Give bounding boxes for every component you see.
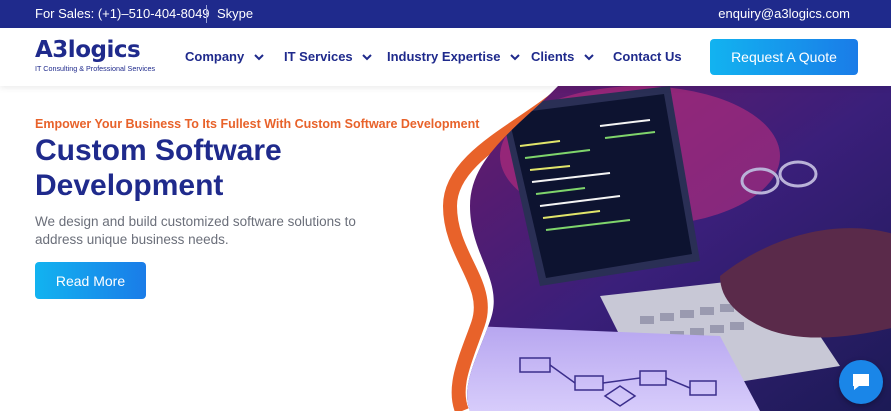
chevron-down-icon	[254, 54, 264, 61]
hero-description: We design and build customized software …	[35, 214, 356, 247]
hero-section: Empower Your Business To Its Fullest Wit…	[0, 86, 891, 411]
chevron-down-icon	[510, 54, 520, 61]
nav-item-clients[interactable]: Clients	[531, 49, 594, 64]
nav-item-company[interactable]: Company	[185, 49, 264, 64]
logo[interactable]: A3logics IT Consulting & Professional Se…	[35, 38, 155, 73]
nav-item-label: Company	[185, 49, 245, 64]
main-navigation: A3logics IT Consulting & Professional Se…	[0, 28, 891, 86]
logo-wordmark: A3logics	[35, 37, 141, 63]
chat-icon	[853, 374, 869, 390]
nav-item-contact-us[interactable]: Contact Us	[613, 49, 682, 64]
chat-button[interactable]	[839, 360, 883, 404]
logo-tagline: IT Consulting & Professional Services	[35, 64, 156, 73]
request-quote-button[interactable]: Request A Quote	[710, 39, 858, 75]
chevron-down-icon	[584, 54, 594, 61]
sales-phone-link[interactable]: For Sales: (+1)–510-404-8049	[35, 6, 210, 21]
email-link[interactable]: enquiry@a3logics.com	[718, 6, 850, 21]
hero-title: Custom Software Development	[35, 134, 282, 202]
nav-item-label: Clients	[531, 49, 575, 64]
nav-item-label: Contact Us	[613, 49, 682, 64]
nav-item-it-services[interactable]: IT Services	[284, 49, 372, 64]
nav-item-label: IT Services	[284, 49, 353, 64]
nav-item-label: Industry Expertise	[387, 49, 501, 64]
read-more-button[interactable]: Read More	[35, 262, 146, 299]
top-bar: For Sales: (+1)–510-404-8049 Skype enqui…	[0, 0, 891, 28]
nav-item-industry-expertise[interactable]: Industry Expertise	[387, 49, 520, 64]
hero-tagline: Empower Your Business To Its Fullest Wit…	[35, 117, 480, 131]
divider	[206, 5, 207, 23]
skype-link[interactable]: Skype	[217, 6, 253, 21]
chevron-down-icon	[362, 54, 372, 61]
